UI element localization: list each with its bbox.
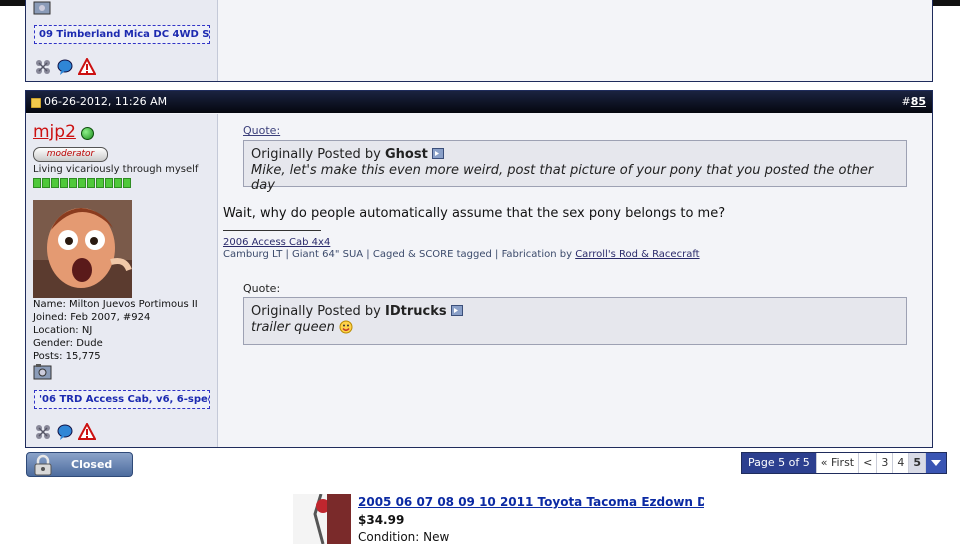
quote-label: Quote:: [243, 282, 281, 295]
current-page: 5: [908, 453, 925, 473]
reputation-bar: [33, 178, 131, 188]
post-action-icons: [34, 57, 96, 77]
signature-link[interactable]: Carroll's Rod & Racecraft: [575, 249, 699, 260]
signature-car-badge[interactable]: 09 Timberland Mica DC 4WD Sport: [34, 25, 210, 44]
quote-author: Ghost: [384, 147, 428, 162]
online-status-icon: [81, 127, 94, 140]
post-number: #85: [901, 95, 926, 108]
camera-icon: [33, 1, 51, 15]
quote-attribution: Originally Posted by IDtrucks: [251, 304, 899, 319]
ad-thumbnail[interactable]: [293, 494, 351, 544]
network-icon[interactable]: [34, 423, 52, 441]
ad-price: $34.99: [358, 513, 405, 527]
user-location: Location: NJ: [33, 325, 93, 336]
ad-condition: Condition: New: [358, 530, 450, 544]
post-header: 06-26-2012, 11:26 AM #85: [26, 91, 932, 113]
first-page-link[interactable]: « First: [815, 453, 858, 473]
user-joined: Joined: Feb 2007, #924: [33, 312, 151, 323]
role-badge: moderator: [33, 147, 108, 162]
chat-bubble-icon[interactable]: [56, 423, 74, 441]
user-stats: Name: Milton Juevos Portimous II Joined:…: [33, 298, 198, 363]
user-title: Living vicariously through myself: [33, 164, 199, 175]
post-date: 06-26-2012, 11:26 AM: [44, 95, 168, 108]
post-message: Wait, why do people automatically assume…: [223, 206, 726, 221]
arrow-right-icon[interactable]: [431, 148, 444, 159]
post-action-icons: [34, 422, 96, 442]
camera-icon: [33, 364, 52, 380]
smiley-icon: [339, 320, 353, 334]
username-link[interactable]: mjp2: [33, 122, 76, 142]
post-number-link[interactable]: 85: [911, 95, 926, 108]
quote-block: Originally Posted by Ghost Mike, let's m…: [243, 140, 907, 193]
quote-text: trailer queen: [251, 320, 899, 335]
quote-block: Originally Posted by IDtrucks trailer qu…: [243, 297, 907, 345]
user-sidebar: mjp2 moderator Living vicariously throug…: [26, 114, 218, 447]
signature-divider: [223, 230, 321, 231]
quote-label: Quote:: [243, 124, 281, 137]
signature-line-1[interactable]: 2006 Access Cab 4x4: [223, 237, 330, 248]
lock-icon: [34, 454, 52, 476]
quote-author: IDtrucks: [384, 304, 447, 319]
signature-line-2: Camburg LT | Giant 64" SUA | Caged & SCO…: [223, 249, 700, 260]
page-link[interactable]: 4: [892, 453, 908, 473]
page-indicator[interactable]: Page 5 of 5: [742, 453, 816, 473]
page-link[interactable]: 3: [876, 453, 892, 473]
previous-post: 09 Timberland Mica DC 4WD Sport: [25, 0, 933, 82]
thread-closed-button[interactable]: Closed: [26, 452, 133, 477]
previous-post-sidebar: 09 Timberland Mica DC 4WD Sport: [26, 0, 218, 81]
signature-car-badge[interactable]: '06 TRD Access Cab, v6, 6-speed: [34, 390, 210, 409]
quote-attribution: Originally Posted by Ghost: [251, 147, 899, 162]
network-icon[interactable]: [34, 58, 52, 76]
user-gender: Gender: Dude: [33, 338, 103, 349]
avatar: [33, 200, 132, 298]
dropdown-arrow-icon[interactable]: [925, 453, 946, 473]
post: 06-26-2012, 11:26 AM #85 mjp2 moderator …: [25, 90, 933, 448]
pagination: Page 5 of 5 « First < 3 4 5: [741, 452, 947, 474]
warning-triangle-icon[interactable]: [78, 423, 96, 441]
ad-title-link[interactable]: 2005 06 07 08 09 10 2011 Toyota Tacoma E…: [358, 495, 704, 509]
post-status-icon: [31, 98, 41, 108]
closed-label: Closed: [71, 458, 113, 471]
chat-bubble-icon[interactable]: [56, 58, 74, 76]
quote-text: Mike, let's make this even more weird, p…: [251, 163, 874, 193]
prev-page-link[interactable]: <: [858, 453, 876, 473]
warning-triangle-icon[interactable]: [78, 58, 96, 76]
user-posts: Posts: 15,775: [33, 351, 101, 362]
user-real-name: Name: Milton Juevos Portimous II: [33, 299, 198, 310]
arrow-right-icon[interactable]: [450, 305, 463, 316]
